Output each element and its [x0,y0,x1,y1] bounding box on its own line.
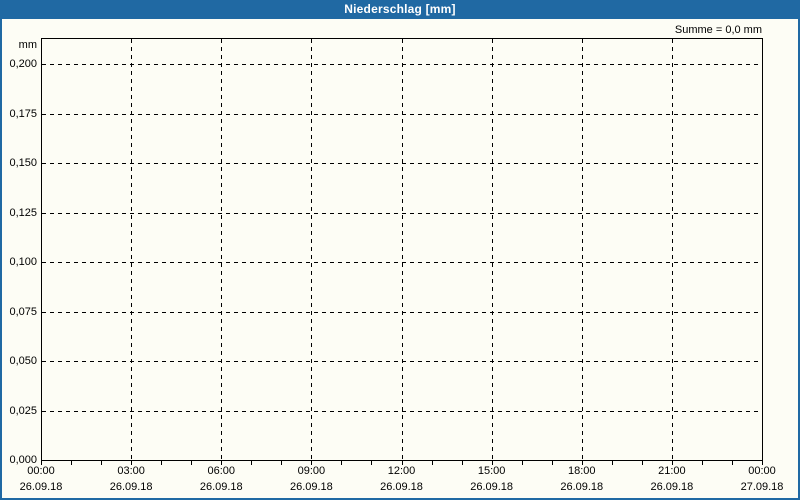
x-tick-time-label: 06:00 [207,465,236,477]
y-tick-label: 0,075 [9,305,37,318]
x-minor-tick [161,461,162,465]
sum-annotation: Summe = 0,0 mm [674,24,762,36]
x-tick-time-label: 00:00 [27,465,55,477]
plot-area [41,38,763,461]
x-gridline [671,39,673,460]
chart-window: Niederschlag [mm] Summe = 0,0 mm mm 0,00… [0,0,800,500]
x-tick-date-label: 26.09.18 [109,481,153,493]
x-tick-date-label: 26.09.18 [289,481,333,493]
x-tick-time-label: 03:00 [117,465,145,477]
chart-title: Niederschlag [mm] [344,2,456,16]
x-minor-tick [612,461,613,465]
x-tick-time-label: 21:00 [658,465,686,477]
y-tick-label: 0,025 [9,404,37,417]
x-minor-tick [432,461,433,465]
x-gridline [581,39,583,460]
y-tick-label: 0,125 [9,206,37,219]
x-gridline [221,39,223,460]
x-tick-time-label: 12:00 [387,465,416,477]
chart-title-bar: Niederschlag [mm] [0,0,800,19]
x-tick-date-label: 26.09.18 [470,481,514,493]
x-tick-date-label: 26.09.18 [19,481,63,493]
x-tick-time-label: 18:00 [567,465,596,477]
x-gridline [311,39,313,460]
x-tick-date-label: 26.09.18 [560,481,604,493]
x-gridline [491,39,493,460]
y-tick-label: 0,050 [9,355,37,367]
y-tick-label: 0,200 [9,58,37,70]
x-minor-tick [522,461,523,465]
x-tick-date-label: 27.09.18 [740,481,784,493]
x-tick-time-label: 09:00 [297,465,326,477]
x-tick-date-label: 26.09.18 [380,481,423,493]
x-tick-time-label: 00:00 [748,465,776,477]
x-tick-time-label: 15:00 [477,465,506,477]
y-tick-label: 0,175 [9,107,37,120]
y-axis-unit-label: mm [18,39,37,51]
x-minor-tick [71,461,72,465]
x-gridline [131,39,133,460]
y-tick-label: 0,150 [9,157,37,169]
x-gridline [401,39,403,460]
y-tick-label: 0,100 [9,256,37,268]
x-tick-date-label: 26.09.18 [650,481,694,493]
x-tick-date-label: 26.09.18 [199,481,243,493]
x-minor-tick [702,461,703,465]
